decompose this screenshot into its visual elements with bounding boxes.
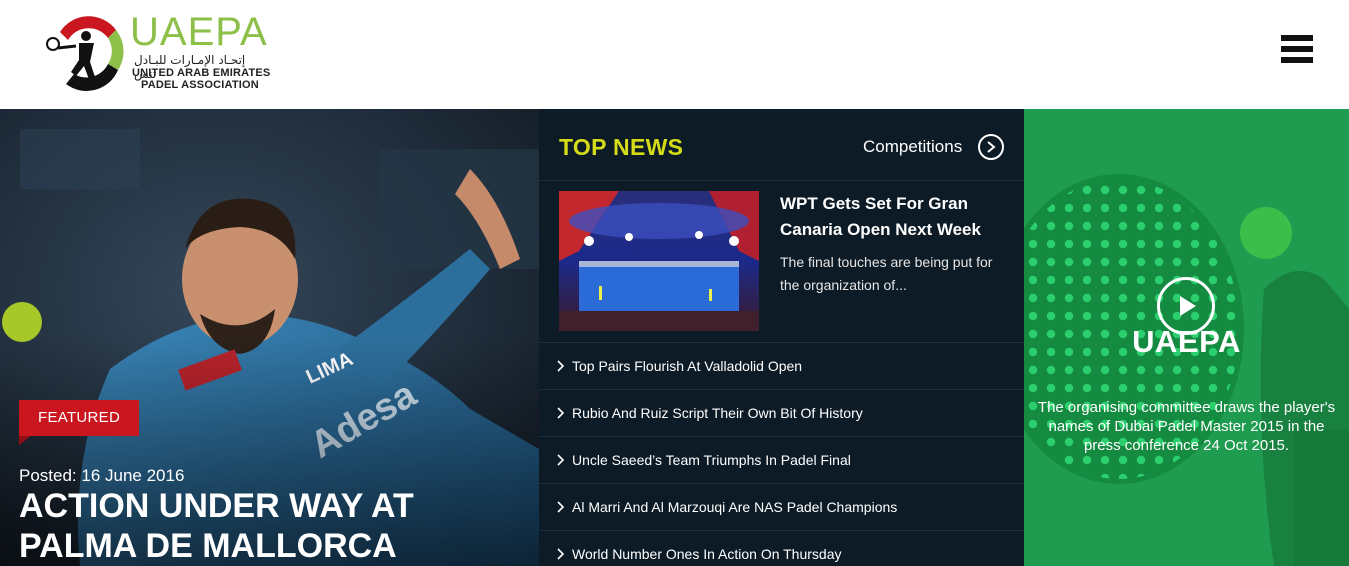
site-logo[interactable]: UAEPA إتحـاد الإمـارات للبـادل تنس UNITE… xyxy=(46,10,286,100)
competitions-label: Competitions xyxy=(863,137,963,156)
video-caption: The organising committee draws the playe… xyxy=(1037,399,1336,454)
list-item[interactable]: Top Pairs Flourish At Valladolid Open xyxy=(539,342,1024,389)
padel-player-logo-icon xyxy=(46,16,124,91)
hamburger-icon[interactable] xyxy=(1281,35,1315,65)
news-item-title: Top Pairs Flourish At Valladolid Open xyxy=(572,358,803,374)
chevron-right-icon xyxy=(557,548,565,560)
news-item-title: World Number Ones In Action On Thursday xyxy=(572,546,842,562)
divider xyxy=(539,180,1024,181)
list-item[interactable]: World Number Ones In Action On Thursday xyxy=(539,530,1024,566)
featured-title[interactable]: ACTION UNDER WAY AT PALMA DE MALLORCA xyxy=(19,486,519,566)
news-item-title: Rubio And Ruiz Script Their Own Bit Of H… xyxy=(572,405,863,421)
news-item-title: Uncle Saeed’s Team Triumphs In Padel Fin… xyxy=(572,452,851,468)
lead-news-thumbnail[interactable] xyxy=(559,191,759,331)
video-brand: UAEPA xyxy=(1132,324,1241,359)
chevron-right-icon xyxy=(557,454,565,466)
site-header: UAEPA إتحـاد الإمـارات للبـادل تنس UNITE… xyxy=(0,0,1349,109)
list-item[interactable]: Uncle Saeed’s Team Triumphs In Padel Fin… xyxy=(539,436,1024,483)
featured-date: Posted: 16 June 2016 xyxy=(19,466,185,485)
lead-news-excerpt: The final touches are being put for the … xyxy=(780,254,993,293)
circle-chevron-right-icon[interactable] xyxy=(978,134,1004,160)
news-item-title: Al Marri And Al Marzouqi Are NAS Padel C… xyxy=(572,499,898,515)
list-item[interactable]: Al Marri And Al Marzouqi Are NAS Padel C… xyxy=(539,483,1024,530)
top-news-panel: TOP NEWS Competitions WPT Gets Set For G… xyxy=(539,109,1024,566)
news-list: Top Pairs Flourish At Valladolid Open Ru… xyxy=(539,342,1024,566)
featured-article[interactable]: Adesa LIMA FEATURED Posted: 16 June 2016… xyxy=(0,109,539,566)
list-item[interactable]: Rubio And Ruiz Script Their Own Bit Of H… xyxy=(539,389,1024,436)
chevron-right-icon xyxy=(557,360,565,372)
logo-subtitle-line2: PADEL ASSOCIATION xyxy=(141,79,259,91)
chevron-right-icon xyxy=(557,501,565,513)
video-panel[interactable]: UAEPA The organising committee draws the… xyxy=(1024,109,1349,566)
top-news-heading: TOP NEWS xyxy=(559,134,684,160)
featured-badge[interactable]: FEATURED xyxy=(19,400,140,445)
lead-news-title[interactable]: WPT Gets Set For Gran Canaria Open Next … xyxy=(780,191,1005,243)
chevron-right-icon xyxy=(557,407,565,419)
logo-title: UAEPA xyxy=(130,10,268,54)
logo-subtitle-line1: UNITED ARAB EMIRATES xyxy=(132,67,271,79)
